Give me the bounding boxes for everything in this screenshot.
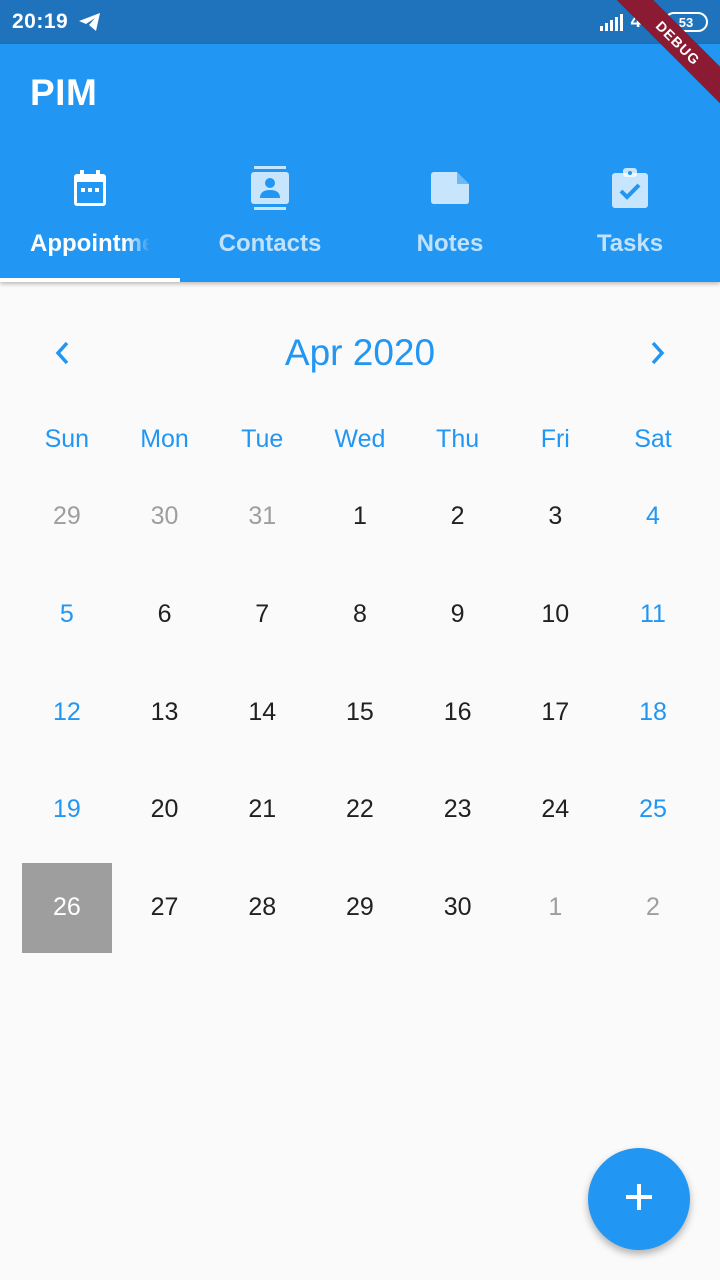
calendar-day[interactable]: 29 <box>311 859 409 957</box>
calendar-day[interactable]: 5 <box>18 566 116 664</box>
calendar-day[interactable]: 18 <box>604 663 702 761</box>
calendar-day[interactable]: 29 <box>18 468 116 566</box>
calendar-day[interactable]: 14 <box>213 663 311 761</box>
calendar-day-selected[interactable]: 26 <box>18 859 116 957</box>
tab-contacts[interactable]: Contacts <box>180 156 360 282</box>
calendar-day[interactable]: 22 <box>311 761 409 859</box>
calendar-day[interactable]: 27 <box>116 859 214 957</box>
calendar-week: 19 20 21 22 23 24 25 <box>18 761 702 859</box>
telegram-icon <box>78 12 102 32</box>
weekday-label: Sun <box>44 425 90 453</box>
calendar-week: 12 13 14 15 16 17 18 <box>18 663 702 761</box>
app-title: PIM <box>30 72 98 113</box>
calendar-day-label: 26 <box>52 893 81 922</box>
next-month-button[interactable] <box>638 335 678 375</box>
tab-appointments[interactable]: Appointments <box>0 156 180 282</box>
calendar-day[interactable]: 2 <box>604 859 702 957</box>
contact-card-icon <box>251 166 289 210</box>
tab-bar: Appointments Contacts <box>0 156 720 282</box>
calendar-day[interactable]: 9 <box>409 566 507 664</box>
calendar-day[interactable]: 11 <box>604 566 702 664</box>
calendar-grid: 29 30 31 1 2 3 4 5 6 7 8 9 10 11 12 13 1… <box>18 468 702 956</box>
month-title: Apr 2020 <box>284 332 436 373</box>
status-time: 20:19 <box>12 10 69 33</box>
weekday-label: Wed <box>334 425 386 453</box>
tab-tasks[interactable]: Tasks <box>540 156 720 282</box>
status-indicators: 4G 53 <box>599 0 708 44</box>
weekday-label: Mon <box>140 425 189 453</box>
calendar-day[interactable]: 13 <box>116 663 214 761</box>
network-label: 4G <box>630 11 656 32</box>
calendar-day[interactable]: 31 <box>213 468 311 566</box>
calendar-day[interactable]: 24 <box>506 761 604 859</box>
calendar-day[interactable]: 15 <box>311 663 409 761</box>
calendar-day[interactable]: 23 <box>409 761 507 859</box>
status-bar: 20:19 4G 53 <box>0 0 720 44</box>
signal-icon <box>599 13 623 31</box>
calendar-week: 26 27 28 29 30 1 2 <box>18 859 702 957</box>
weekday-label: Sat <box>634 425 672 453</box>
tab-indicator <box>0 278 180 282</box>
calendar-day[interactable]: 21 <box>213 761 311 859</box>
weekday-label: Thu <box>436 425 480 453</box>
tab-label: Notes <box>416 230 484 257</box>
calendar-day[interactable]: 12 <box>18 663 116 761</box>
tab-label: Tasks <box>596 230 664 257</box>
calendar-day[interactable]: 17 <box>506 663 604 761</box>
clipboard-check-icon <box>612 166 648 210</box>
plus-icon <box>624 1182 654 1217</box>
calendar-day[interactable]: 3 <box>506 468 604 566</box>
calendar-day[interactable]: 10 <box>506 566 604 664</box>
app-bar: PIM Appointments <box>0 44 720 282</box>
weekday-label: Tue <box>241 425 284 453</box>
calendar-week: 5 6 7 8 9 10 11 <box>18 566 702 664</box>
chevron-right-icon <box>650 340 666 371</box>
battery-level: 53 <box>678 14 694 30</box>
calendar-icon <box>72 166 108 210</box>
battery-icon: 53 <box>664 12 708 32</box>
calendar-day[interactable]: 16 <box>409 663 507 761</box>
tab-notes[interactable]: Notes <box>360 156 540 282</box>
note-icon <box>431 166 469 210</box>
calendar-day[interactable]: 7 <box>213 566 311 664</box>
calendar-day[interactable]: 6 <box>116 566 214 664</box>
calendar-day[interactable]: 1 <box>506 859 604 957</box>
calendar-day[interactable]: 4 <box>604 468 702 566</box>
tab-label: Appointments <box>30 230 150 257</box>
calendar-day[interactable]: 8 <box>311 566 409 664</box>
add-appointment-button[interactable] <box>588 1148 690 1250</box>
calendar-day[interactable]: 1 <box>311 468 409 566</box>
weekday-label: Fri <box>540 425 570 453</box>
calendar-day[interactable]: 28 <box>213 859 311 957</box>
calendar-day[interactable]: 25 <box>604 761 702 859</box>
weekday-header: Sun Mon Tue Wed Thu Fri Sat <box>18 425 702 454</box>
calendar-day[interactable]: 30 <box>116 468 214 566</box>
calendar-day[interactable]: 20 <box>116 761 214 859</box>
calendar-day[interactable]: 2 <box>409 468 507 566</box>
calendar-week: 29 30 31 1 2 3 4 <box>18 468 702 566</box>
calendar-day[interactable]: 19 <box>18 761 116 859</box>
tab-label: Contacts <box>218 230 322 257</box>
month-navigation: Apr 2020 <box>0 322 720 388</box>
calendar-day[interactable]: 30 <box>409 859 507 957</box>
